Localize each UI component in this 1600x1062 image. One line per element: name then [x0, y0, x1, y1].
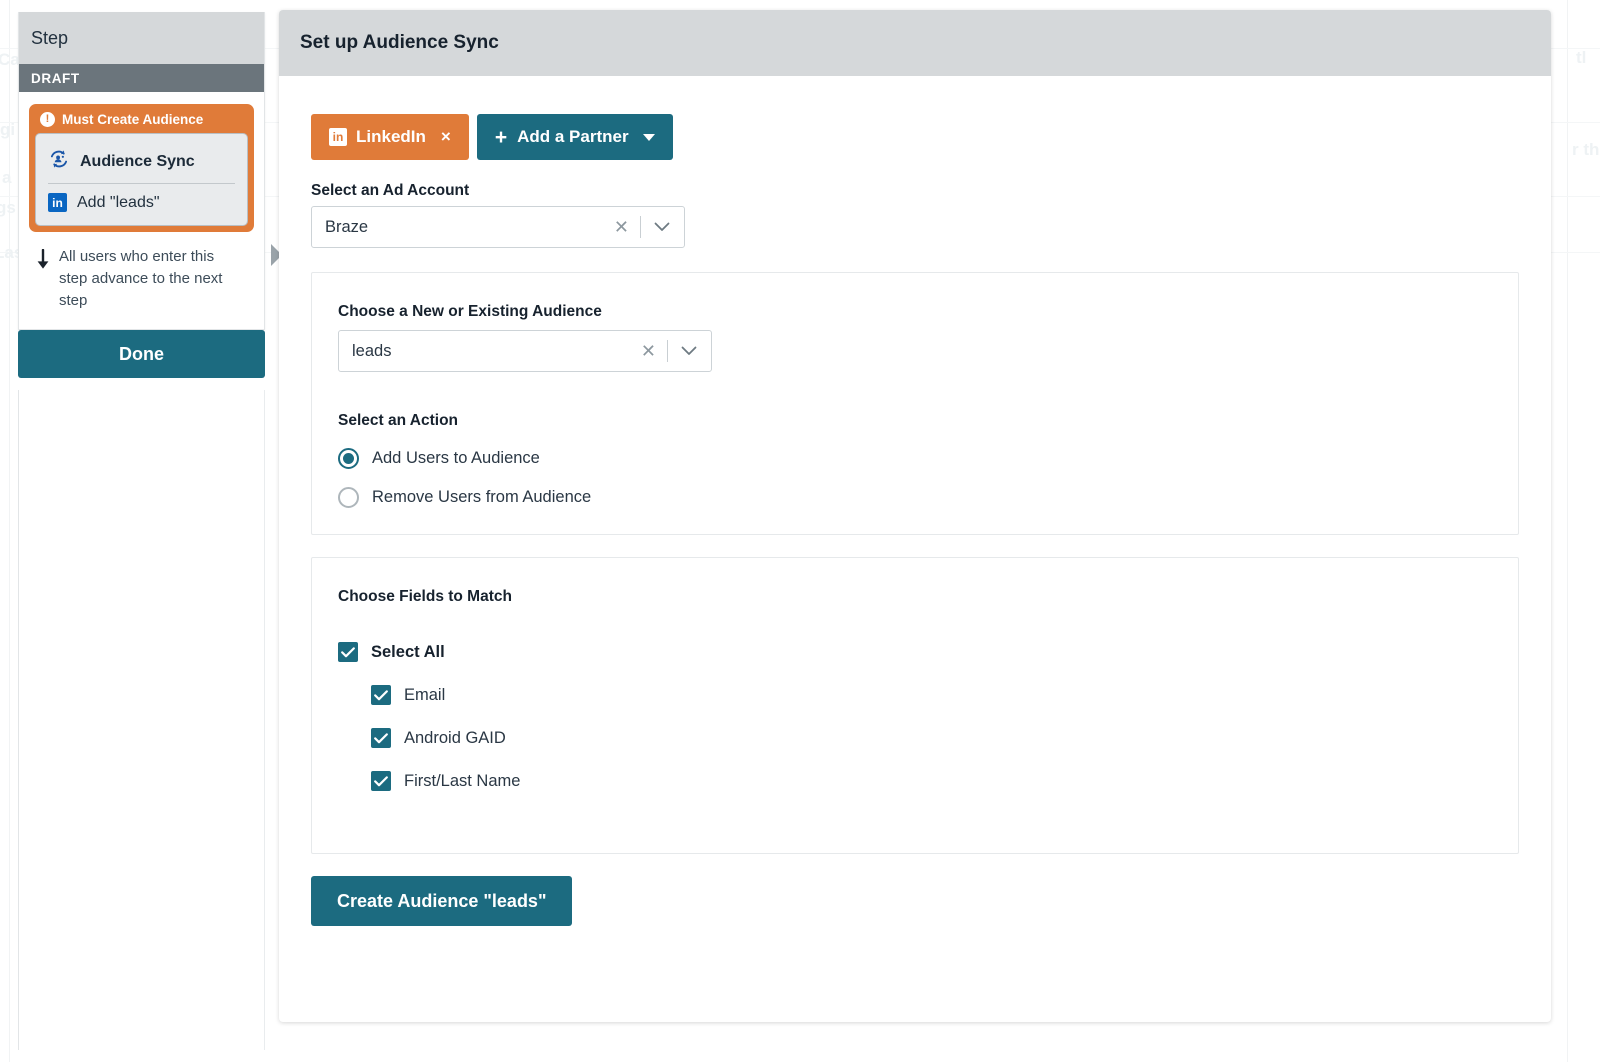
background-ghost-text: gs — [0, 198, 16, 218]
advance-note: All users who enter this step advance to… — [29, 232, 254, 315]
checkbox-android-gaid-label: Android GAID — [404, 729, 506, 748]
audience-sync-icon — [48, 148, 70, 175]
partner-chip-linkedin[interactable]: in LinkedIn × — [311, 114, 469, 160]
close-icon[interactable]: × — [441, 127, 451, 147]
action-label: Select an Action — [338, 412, 1492, 430]
audience-action-section: Choose a New or Existing Audience leads … — [311, 272, 1519, 535]
ad-account-value: Braze — [325, 218, 603, 237]
audience-select-label: Choose a New or Existing Audience — [338, 303, 1492, 321]
linkedin-icon: in — [329, 128, 347, 146]
fields-to-match-label: Choose Fields to Match — [338, 588, 1492, 606]
advance-note-label: All users who enter this step advance to… — [59, 246, 242, 311]
partner-buttons-row: in LinkedIn × + Add a Partner — [311, 114, 1519, 160]
background-ghost-text: r th — [1572, 140, 1599, 160]
checkbox-checked-icon — [338, 642, 358, 662]
checkbox-first-last-name-label: First/Last Name — [404, 772, 520, 791]
step-rail: Step DRAFT ! Must Create Audience — [18, 12, 265, 330]
plus-icon: + — [495, 127, 507, 148]
panel-body: in LinkedIn × + Add a Partner Select an … — [279, 76, 1551, 926]
step-card-title-row: Audience Sync — [48, 144, 235, 183]
radio-remove-users-label: Remove Users from Audience — [372, 488, 591, 507]
add-partner-label: Add a Partner — [517, 127, 628, 147]
step-card-title: Audience Sync — [80, 153, 195, 171]
checkbox-select-all-label: Select All — [371, 643, 445, 662]
status-badge: DRAFT — [19, 64, 264, 92]
background-ghost-text: tl — [1576, 48, 1586, 68]
partner-chip-label: LinkedIn — [356, 127, 426, 147]
clear-x-icon[interactable]: ✕ — [603, 218, 640, 236]
panel-header: Set up Audience Sync — [279, 10, 1551, 76]
checkbox-email-label: Email — [404, 686, 445, 705]
create-audience-button[interactable]: Create Audience "leads" — [311, 876, 572, 926]
checkbox-select-all[interactable]: Select All — [338, 642, 1492, 662]
step-card-banner: ! Must Create Audience — [32, 107, 251, 133]
step-card[interactable]: ! Must Create Audience — [29, 104, 254, 232]
ad-account-label: Select an Ad Account — [311, 182, 1519, 200]
step-rail-body: ! Must Create Audience — [19, 92, 264, 329]
checkbox-checked-icon — [371, 728, 391, 748]
add-partner-button[interactable]: + Add a Partner — [477, 114, 673, 160]
down-arrow-icon — [35, 249, 51, 311]
chevron-down-icon[interactable] — [641, 222, 684, 232]
checkbox-email[interactable]: Email — [371, 685, 1492, 705]
step-rail-header: Step — [19, 12, 264, 64]
radio-remove-users[interactable]: Remove Users from Audience — [338, 487, 1492, 508]
background-divider — [9, 0, 10, 1062]
background-ghost-text: Ca — [0, 50, 20, 70]
exclamation-icon: ! — [40, 112, 55, 127]
status-badge-label: DRAFT — [31, 71, 80, 86]
checkbox-checked-icon — [371, 685, 391, 705]
checkbox-checked-icon — [371, 771, 391, 791]
step-card-action-row: in Add "leads" — [48, 184, 235, 214]
step-card-banner-label: Must Create Audience — [62, 112, 203, 127]
fields-to-match-section: Choose Fields to Match Select All Email — [311, 557, 1519, 854]
audience-value: leads — [352, 342, 630, 361]
radio-selected-icon — [338, 448, 359, 469]
audience-select[interactable]: leads ✕ — [338, 330, 712, 372]
radio-unselected-icon — [338, 487, 359, 508]
checkbox-android-gaid[interactable]: Android GAID — [371, 728, 1492, 748]
background-ghost-text: a — [2, 168, 11, 188]
radio-add-users-label: Add Users to Audience — [372, 449, 540, 468]
done-button[interactable]: Done — [18, 330, 265, 378]
background-ghost-text: gi — [0, 120, 15, 140]
linkedin-icon: in — [48, 193, 67, 212]
chevron-down-icon[interactable] — [668, 346, 711, 356]
ad-account-select[interactable]: Braze ✕ — [311, 206, 685, 248]
page-title: Set up Audience Sync — [300, 32, 499, 54]
step-card-inner: Audience Sync in Add "leads" — [35, 133, 248, 226]
audience-sync-panel: Set up Audience Sync in LinkedIn × + Add… — [279, 10, 1551, 1022]
chevron-down-icon — [643, 134, 655, 141]
checkbox-first-last-name[interactable]: First/Last Name — [371, 771, 1492, 791]
background-divider — [1567, 0, 1568, 1062]
step-rail-tail — [18, 390, 265, 1050]
step-rail-header-label: Step — [31, 28, 68, 49]
radio-add-users[interactable]: Add Users to Audience — [338, 448, 1492, 469]
step-card-action-label: Add "leads" — [77, 194, 160, 212]
clear-x-icon[interactable]: ✕ — [630, 342, 667, 360]
